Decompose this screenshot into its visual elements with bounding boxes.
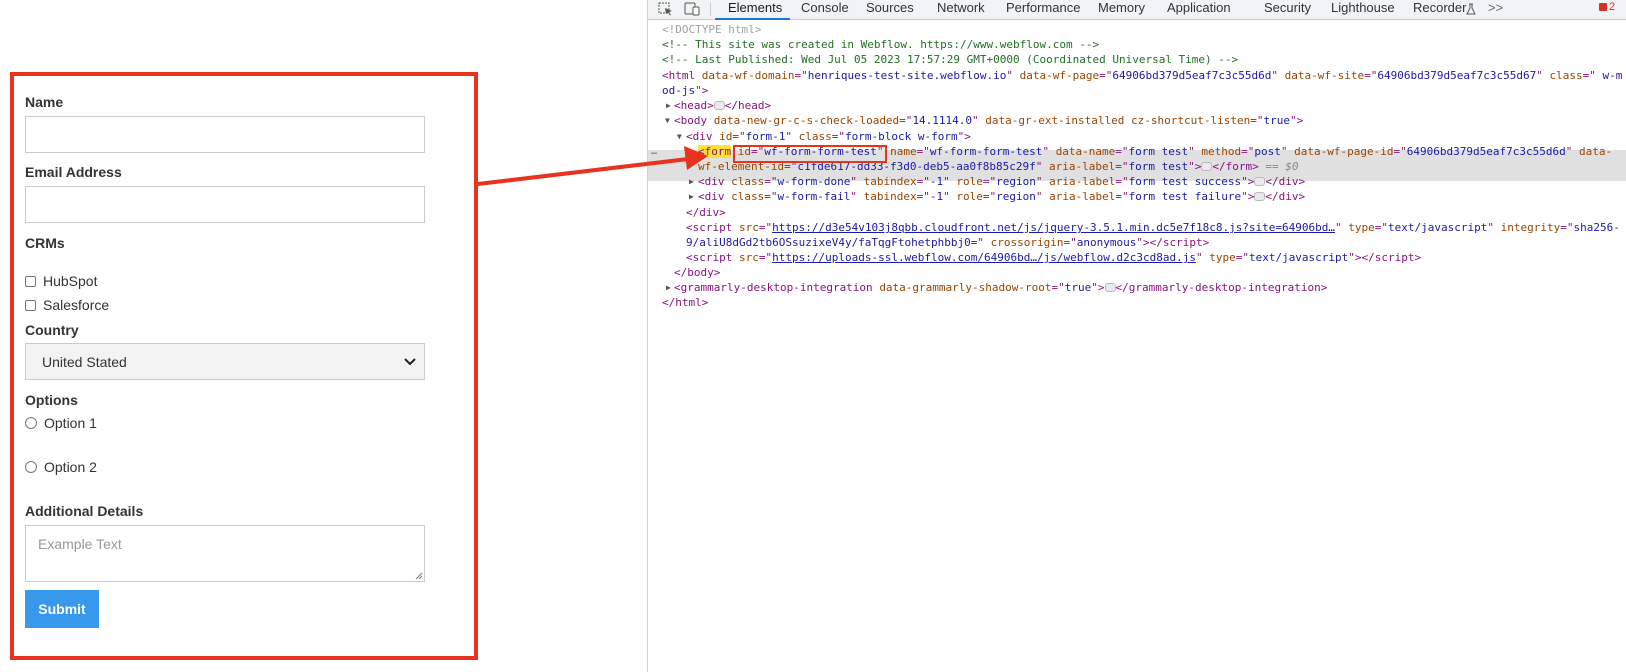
option-1-radio[interactable]	[25, 417, 37, 429]
dom-body-close[interactable]: </body>	[674, 265, 720, 280]
name-input[interactable]	[25, 116, 425, 153]
country-select-value: United Stated	[42, 353, 127, 370]
dom-comment-webflow: <!-- This site was created in Webflow. h…	[662, 38, 1100, 51]
row-actions-icon[interactable]: …	[651, 146, 657, 157]
tab-security[interactable]: Security	[1264, 0, 1311, 19]
dom-div-close[interactable]: </div>	[686, 205, 726, 220]
expand-form-icon[interactable]: ▶	[689, 147, 694, 156]
dom-div-form-block[interactable]: <div id="form-1" class="form-block w-for…	[686, 129, 971, 144]
inspect-element-icon[interactable]	[658, 2, 674, 16]
dom-body-open[interactable]: <body data-new-gr-c-s-check-loaded="14.1…	[674, 113, 1303, 128]
salesforce-checkbox[interactable]	[25, 299, 36, 311]
country-label: Country	[25, 322, 79, 338]
tab-recorder[interactable]: Recorder	[1413, 0, 1466, 19]
collapsed-ellipsis-icon[interactable]	[713, 100, 725, 110]
collapse-div-icon[interactable]: ▼	[677, 132, 682, 141]
dom-html-open-wrap: od-js">	[662, 84, 709, 97]
hubspot-label: HubSpot	[43, 273, 98, 289]
error-icon	[1599, 3, 1607, 11]
crms-label: CRMs	[25, 235, 65, 251]
form-id-highlight-box	[733, 145, 887, 163]
name-label: Name	[25, 94, 64, 110]
details-placeholder: Example Text	[38, 536, 122, 552]
salesforce-label: Salesforce	[43, 297, 110, 313]
dom-html-close[interactable]: </html>	[662, 295, 708, 310]
error-count: 2	[1609, 1, 1616, 13]
dom-script-jquery-wrap[interactable]: 9/aliU8dGd2tb6OSsuzixeV4y/faTqgFtohetphb…	[686, 235, 1209, 250]
option-2-label: Option 2	[44, 459, 97, 475]
expand-done-icon[interactable]: ▶	[689, 177, 694, 186]
expand-fail-icon[interactable]: ▶	[689, 192, 694, 201]
tab-memory[interactable]: Memory	[1098, 0, 1145, 19]
webpage-preview: Name Email Address CRMs HubSpot Salesfor…	[0, 0, 648, 672]
collapsed-ellipsis-icon[interactable]	[1104, 282, 1116, 292]
options-label: Options	[25, 392, 78, 408]
active-tab-indicator	[715, 18, 790, 20]
chevron-down-icon	[404, 358, 416, 366]
collapsed-ellipsis-icon[interactable]	[1201, 161, 1213, 171]
hubspot-checkbox-row[interactable]: HubSpot	[25, 272, 97, 290]
dom-comment-published: <!-- Last Published: Wed Jul 05 2023 17:…	[662, 53, 1239, 66]
dom-html-open[interactable]: <html data-wf-domain="henriques-test-sit…	[662, 68, 1622, 83]
toolbar-separator	[710, 2, 711, 16]
tab-console[interactable]: Console	[801, 0, 849, 19]
option-2-radio[interactable]	[25, 461, 37, 473]
email-input[interactable]	[25, 186, 425, 223]
device-toolbar-icon[interactable]	[684, 2, 700, 16]
expand-head-icon[interactable]: ▶	[666, 101, 671, 110]
dom-script-webflow[interactable]: <script src="https://uploads-ssl.webflow…	[686, 250, 1421, 265]
option-1-radio-row[interactable]: Option 1	[25, 414, 97, 432]
details-label: Additional Details	[25, 503, 144, 519]
dom-script-jquery[interactable]: <script src="https://d3e54v103j8qbb.clou…	[686, 220, 1620, 235]
submit-button[interactable]: Submit	[25, 590, 99, 628]
country-select[interactable]: United Stated	[25, 343, 425, 380]
details-textarea[interactable]: Example Text	[25, 525, 425, 582]
tab-performance[interactable]: Performance	[1006, 0, 1080, 19]
flask-icon	[1466, 3, 1476, 15]
tab-sources[interactable]: Sources	[866, 0, 914, 19]
dom-grammarly[interactable]: <grammarly-desktop-integration data-gram…	[674, 280, 1327, 295]
option-1-label: Option 1	[44, 415, 97, 431]
collapsed-ellipsis-icon[interactable]	[1254, 176, 1266, 186]
tab-network[interactable]: Network	[937, 0, 985, 19]
hubspot-checkbox[interactable]	[25, 275, 36, 287]
collapsed-ellipsis-icon[interactable]	[1254, 191, 1266, 201]
resize-grip-icon[interactable]	[413, 570, 423, 580]
tab-elements[interactable]: Elements	[728, 0, 782, 19]
expand-grammarly-icon[interactable]: ▶	[666, 283, 671, 292]
dom-div-form-done[interactable]: <div class="w-form-done" tabindex="-1" r…	[698, 174, 1305, 189]
collapse-body-icon[interactable]: ▼	[665, 116, 670, 125]
dom-div-form-fail[interactable]: <div class="w-form-fail" tabindex="-1" r…	[698, 189, 1305, 204]
tab-lighthouse[interactable]: Lighthouse	[1331, 0, 1395, 19]
tab-application[interactable]: Application	[1167, 0, 1231, 19]
dom-doctype: <!DOCTYPE html>	[662, 23, 762, 36]
devtools-toolbar: Elements Console Sources Network Perform…	[648, 0, 1626, 20]
dom-head[interactable]: <head> </head>	[674, 98, 771, 113]
email-label: Email Address	[25, 164, 122, 180]
more-tabs-button[interactable]: >>	[1488, 0, 1503, 19]
salesforce-checkbox-row[interactable]: Salesforce	[25, 296, 109, 314]
error-count-badge[interactable]: 2	[1599, 1, 1615, 13]
devtools-panel: Elements Console Sources Network Perform…	[647, 0, 1626, 672]
option-2-radio-row[interactable]: Option 2	[25, 458, 97, 476]
